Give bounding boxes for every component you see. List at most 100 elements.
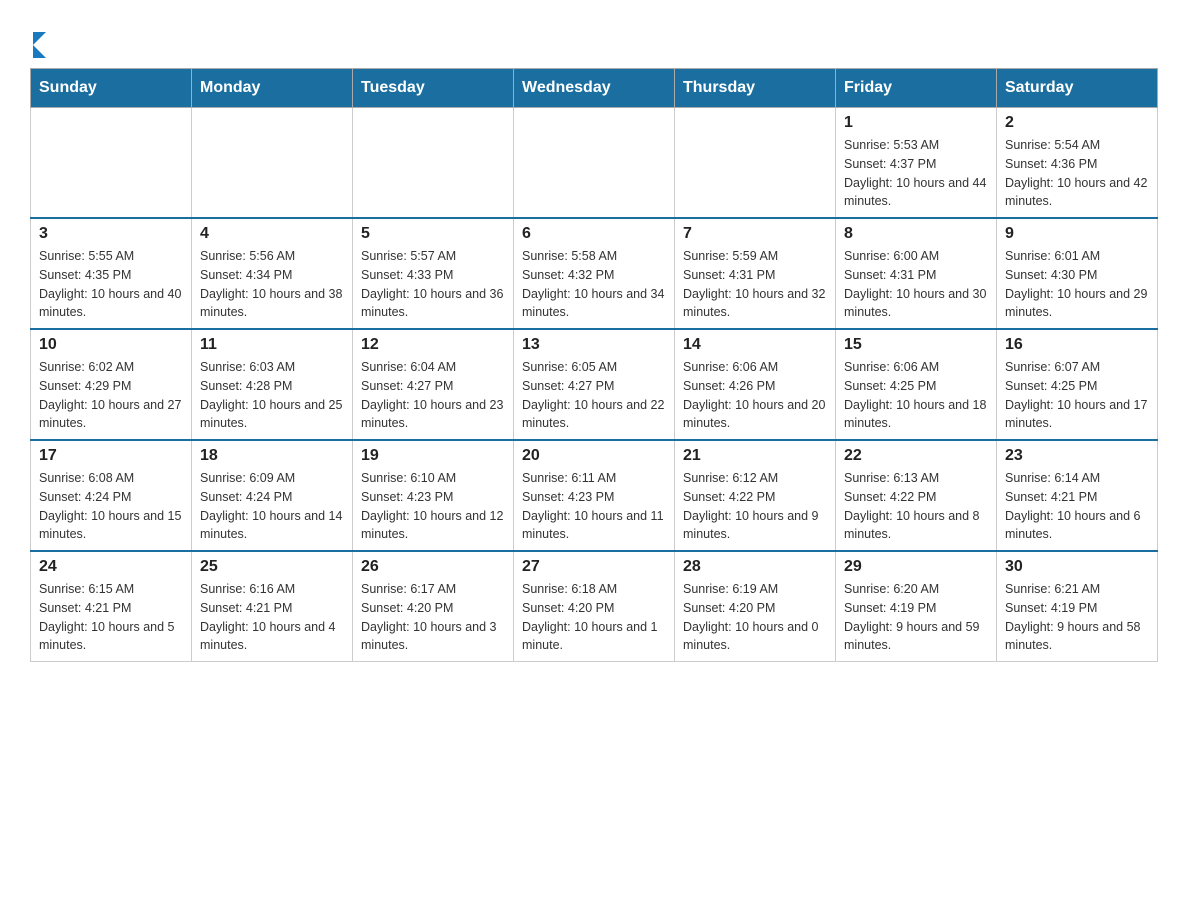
calendar-cell: 22 Sunrise: 6:13 AM Sunset: 4:22 PM Dayli… [836, 440, 997, 551]
calendar-cell [31, 108, 192, 219]
day-number: 20 [522, 447, 666, 465]
calendar-cell: 16 Sunrise: 6:07 AM Sunset: 4:25 PM Dayli… [997, 329, 1158, 440]
calendar-cell: 15 Sunrise: 6:06 AM Sunset: 4:25 PM Dayli… [836, 329, 997, 440]
day-number: 19 [361, 447, 505, 465]
day-number: 23 [1005, 447, 1149, 465]
day-info: Sunrise: 6:18 AM Sunset: 4:20 PM Dayligh… [522, 580, 666, 655]
calendar-cell: 21 Sunrise: 6:12 AM Sunset: 4:22 PM Dayli… [675, 440, 836, 551]
weekday-header-thursday: Thursday [675, 69, 836, 108]
calendar-cell: 26 Sunrise: 6:17 AM Sunset: 4:20 PM Dayli… [353, 551, 514, 662]
day-number: 18 [200, 447, 344, 465]
calendar-cell: 3 Sunrise: 5:55 AM Sunset: 4:35 PM Daylig… [31, 218, 192, 329]
day-info: Sunrise: 6:03 AM Sunset: 4:28 PM Dayligh… [200, 358, 344, 433]
calendar-cell: 24 Sunrise: 6:15 AM Sunset: 4:21 PM Dayli… [31, 551, 192, 662]
day-number: 21 [683, 447, 827, 465]
day-info: Sunrise: 6:08 AM Sunset: 4:24 PM Dayligh… [39, 469, 183, 544]
day-number: 17 [39, 447, 183, 465]
day-info: Sunrise: 6:17 AM Sunset: 4:20 PM Dayligh… [361, 580, 505, 655]
calendar-cell: 27 Sunrise: 6:18 AM Sunset: 4:20 PM Dayli… [514, 551, 675, 662]
calendar-cell: 19 Sunrise: 6:10 AM Sunset: 4:23 PM Dayli… [353, 440, 514, 551]
calendar-week-row: 3 Sunrise: 5:55 AM Sunset: 4:35 PM Daylig… [31, 218, 1158, 329]
day-number: 14 [683, 336, 827, 354]
day-info: Sunrise: 6:01 AM Sunset: 4:30 PM Dayligh… [1005, 247, 1149, 322]
day-number: 11 [200, 336, 344, 354]
day-info: Sunrise: 5:57 AM Sunset: 4:33 PM Dayligh… [361, 247, 505, 322]
weekday-header-wednesday: Wednesday [514, 69, 675, 108]
day-number: 16 [1005, 336, 1149, 354]
calendar-week-row: 24 Sunrise: 6:15 AM Sunset: 4:21 PM Dayli… [31, 551, 1158, 662]
calendar-cell: 25 Sunrise: 6:16 AM Sunset: 4:21 PM Dayli… [192, 551, 353, 662]
day-info: Sunrise: 6:13 AM Sunset: 4:22 PM Dayligh… [844, 469, 988, 544]
day-number: 13 [522, 336, 666, 354]
calendar-cell: 30Sunrise: 6:21 AM Sunset: 4:19 PM Dayli… [997, 551, 1158, 662]
day-number: 5 [361, 225, 505, 243]
calendar-week-row: 17 Sunrise: 6:08 AM Sunset: 4:24 PM Dayli… [31, 440, 1158, 551]
calendar-cell: 14 Sunrise: 6:06 AM Sunset: 4:26 PM Dayli… [675, 329, 836, 440]
calendar-cell: 4 Sunrise: 5:56 AM Sunset: 4:34 PM Daylig… [192, 218, 353, 329]
calendar-cell: 9 Sunrise: 6:01 AM Sunset: 4:30 PM Daylig… [997, 218, 1158, 329]
day-info: Sunrise: 5:55 AM Sunset: 4:35 PM Dayligh… [39, 247, 183, 322]
day-info: Sunrise: 6:10 AM Sunset: 4:23 PM Dayligh… [361, 469, 505, 544]
day-info: Sunrise: 6:00 AM Sunset: 4:31 PM Dayligh… [844, 247, 988, 322]
day-info: Sunrise: 6:04 AM Sunset: 4:27 PM Dayligh… [361, 358, 505, 433]
day-info: Sunrise: 6:05 AM Sunset: 4:27 PM Dayligh… [522, 358, 666, 433]
calendar-cell: 17 Sunrise: 6:08 AM Sunset: 4:24 PM Dayli… [31, 440, 192, 551]
day-number: 12 [361, 336, 505, 354]
day-info: Sunrise: 6:16 AM Sunset: 4:21 PM Dayligh… [200, 580, 344, 655]
calendar-cell: 20 Sunrise: 6:11 AM Sunset: 4:23 PM Dayli… [514, 440, 675, 551]
day-info: Sunrise: 6:09 AM Sunset: 4:24 PM Dayligh… [200, 469, 344, 544]
day-number: 26 [361, 558, 505, 576]
day-number: 4 [200, 225, 344, 243]
calendar-cell [675, 108, 836, 219]
day-number: 25 [200, 558, 344, 576]
day-number: 29 [844, 558, 988, 576]
calendar-cell: 2 Sunrise: 5:54 AM Sunset: 4:36 PM Daylig… [997, 108, 1158, 219]
page-header [30, 20, 1158, 58]
day-number: 1 [844, 114, 988, 132]
day-number: 27 [522, 558, 666, 576]
calendar-cell: 12 Sunrise: 6:04 AM Sunset: 4:27 PM Dayli… [353, 329, 514, 440]
day-info: Sunrise: 6:11 AM Sunset: 4:23 PM Dayligh… [522, 469, 666, 544]
logo [30, 30, 46, 58]
day-number: 9 [1005, 225, 1149, 243]
calendar-week-row: 1 Sunrise: 5:53 AM Sunset: 4:37 PM Daylig… [31, 108, 1158, 219]
day-number: 10 [39, 336, 183, 354]
day-info: Sunrise: 6:15 AM Sunset: 4:21 PM Dayligh… [39, 580, 183, 655]
calendar-cell: 13 Sunrise: 6:05 AM Sunset: 4:27 PM Dayli… [514, 329, 675, 440]
calendar-cell: 5 Sunrise: 5:57 AM Sunset: 4:33 PM Daylig… [353, 218, 514, 329]
day-number: 28 [683, 558, 827, 576]
day-number: 2 [1005, 114, 1149, 132]
weekday-header-monday: Monday [192, 69, 353, 108]
day-number: 8 [844, 225, 988, 243]
day-info: Sunrise: 5:56 AM Sunset: 4:34 PM Dayligh… [200, 247, 344, 322]
calendar-cell: 6Sunrise: 5:58 AM Sunset: 4:32 PM Daylig… [514, 218, 675, 329]
day-info: Sunrise: 6:06 AM Sunset: 4:26 PM Dayligh… [683, 358, 827, 433]
day-number: 24 [39, 558, 183, 576]
day-number: 22 [844, 447, 988, 465]
calendar-cell: 11 Sunrise: 6:03 AM Sunset: 4:28 PM Dayli… [192, 329, 353, 440]
calendar-cell: 1 Sunrise: 5:53 AM Sunset: 4:37 PM Daylig… [836, 108, 997, 219]
weekday-header-sunday: Sunday [31, 69, 192, 108]
calendar-cell [353, 108, 514, 219]
day-info: Sunrise: 5:53 AM Sunset: 4:37 PM Dayligh… [844, 136, 988, 211]
day-number: 3 [39, 225, 183, 243]
day-info: Sunrise: 6:12 AM Sunset: 4:22 PM Dayligh… [683, 469, 827, 544]
calendar-cell: 28Sunrise: 6:19 AM Sunset: 4:20 PM Dayli… [675, 551, 836, 662]
day-info: Sunrise: 6:14 AM Sunset: 4:21 PM Dayligh… [1005, 469, 1149, 544]
day-info: Sunrise: 5:58 AM Sunset: 4:32 PM Dayligh… [522, 247, 666, 322]
day-info: Sunrise: 6:21 AM Sunset: 4:19 PM Dayligh… [1005, 580, 1149, 655]
day-info: Sunrise: 5:59 AM Sunset: 4:31 PM Dayligh… [683, 247, 827, 322]
weekday-header-tuesday: Tuesday [353, 69, 514, 108]
calendar-cell: 29Sunrise: 6:20 AM Sunset: 4:19 PM Dayli… [836, 551, 997, 662]
day-info: Sunrise: 5:54 AM Sunset: 4:36 PM Dayligh… [1005, 136, 1149, 211]
day-info: Sunrise: 6:07 AM Sunset: 4:25 PM Dayligh… [1005, 358, 1149, 433]
calendar-table: SundayMondayTuesdayWednesdayThursdayFrid… [30, 68, 1158, 662]
weekday-header-row: SundayMondayTuesdayWednesdayThursdayFrid… [31, 69, 1158, 108]
calendar-cell: 18 Sunrise: 6:09 AM Sunset: 4:24 PM Dayli… [192, 440, 353, 551]
day-number: 15 [844, 336, 988, 354]
weekday-header-friday: Friday [836, 69, 997, 108]
calendar-cell: 7Sunrise: 5:59 AM Sunset: 4:31 PM Daylig… [675, 218, 836, 329]
calendar-cell [192, 108, 353, 219]
weekday-header-saturday: Saturday [997, 69, 1158, 108]
day-info: Sunrise: 6:06 AM Sunset: 4:25 PM Dayligh… [844, 358, 988, 433]
